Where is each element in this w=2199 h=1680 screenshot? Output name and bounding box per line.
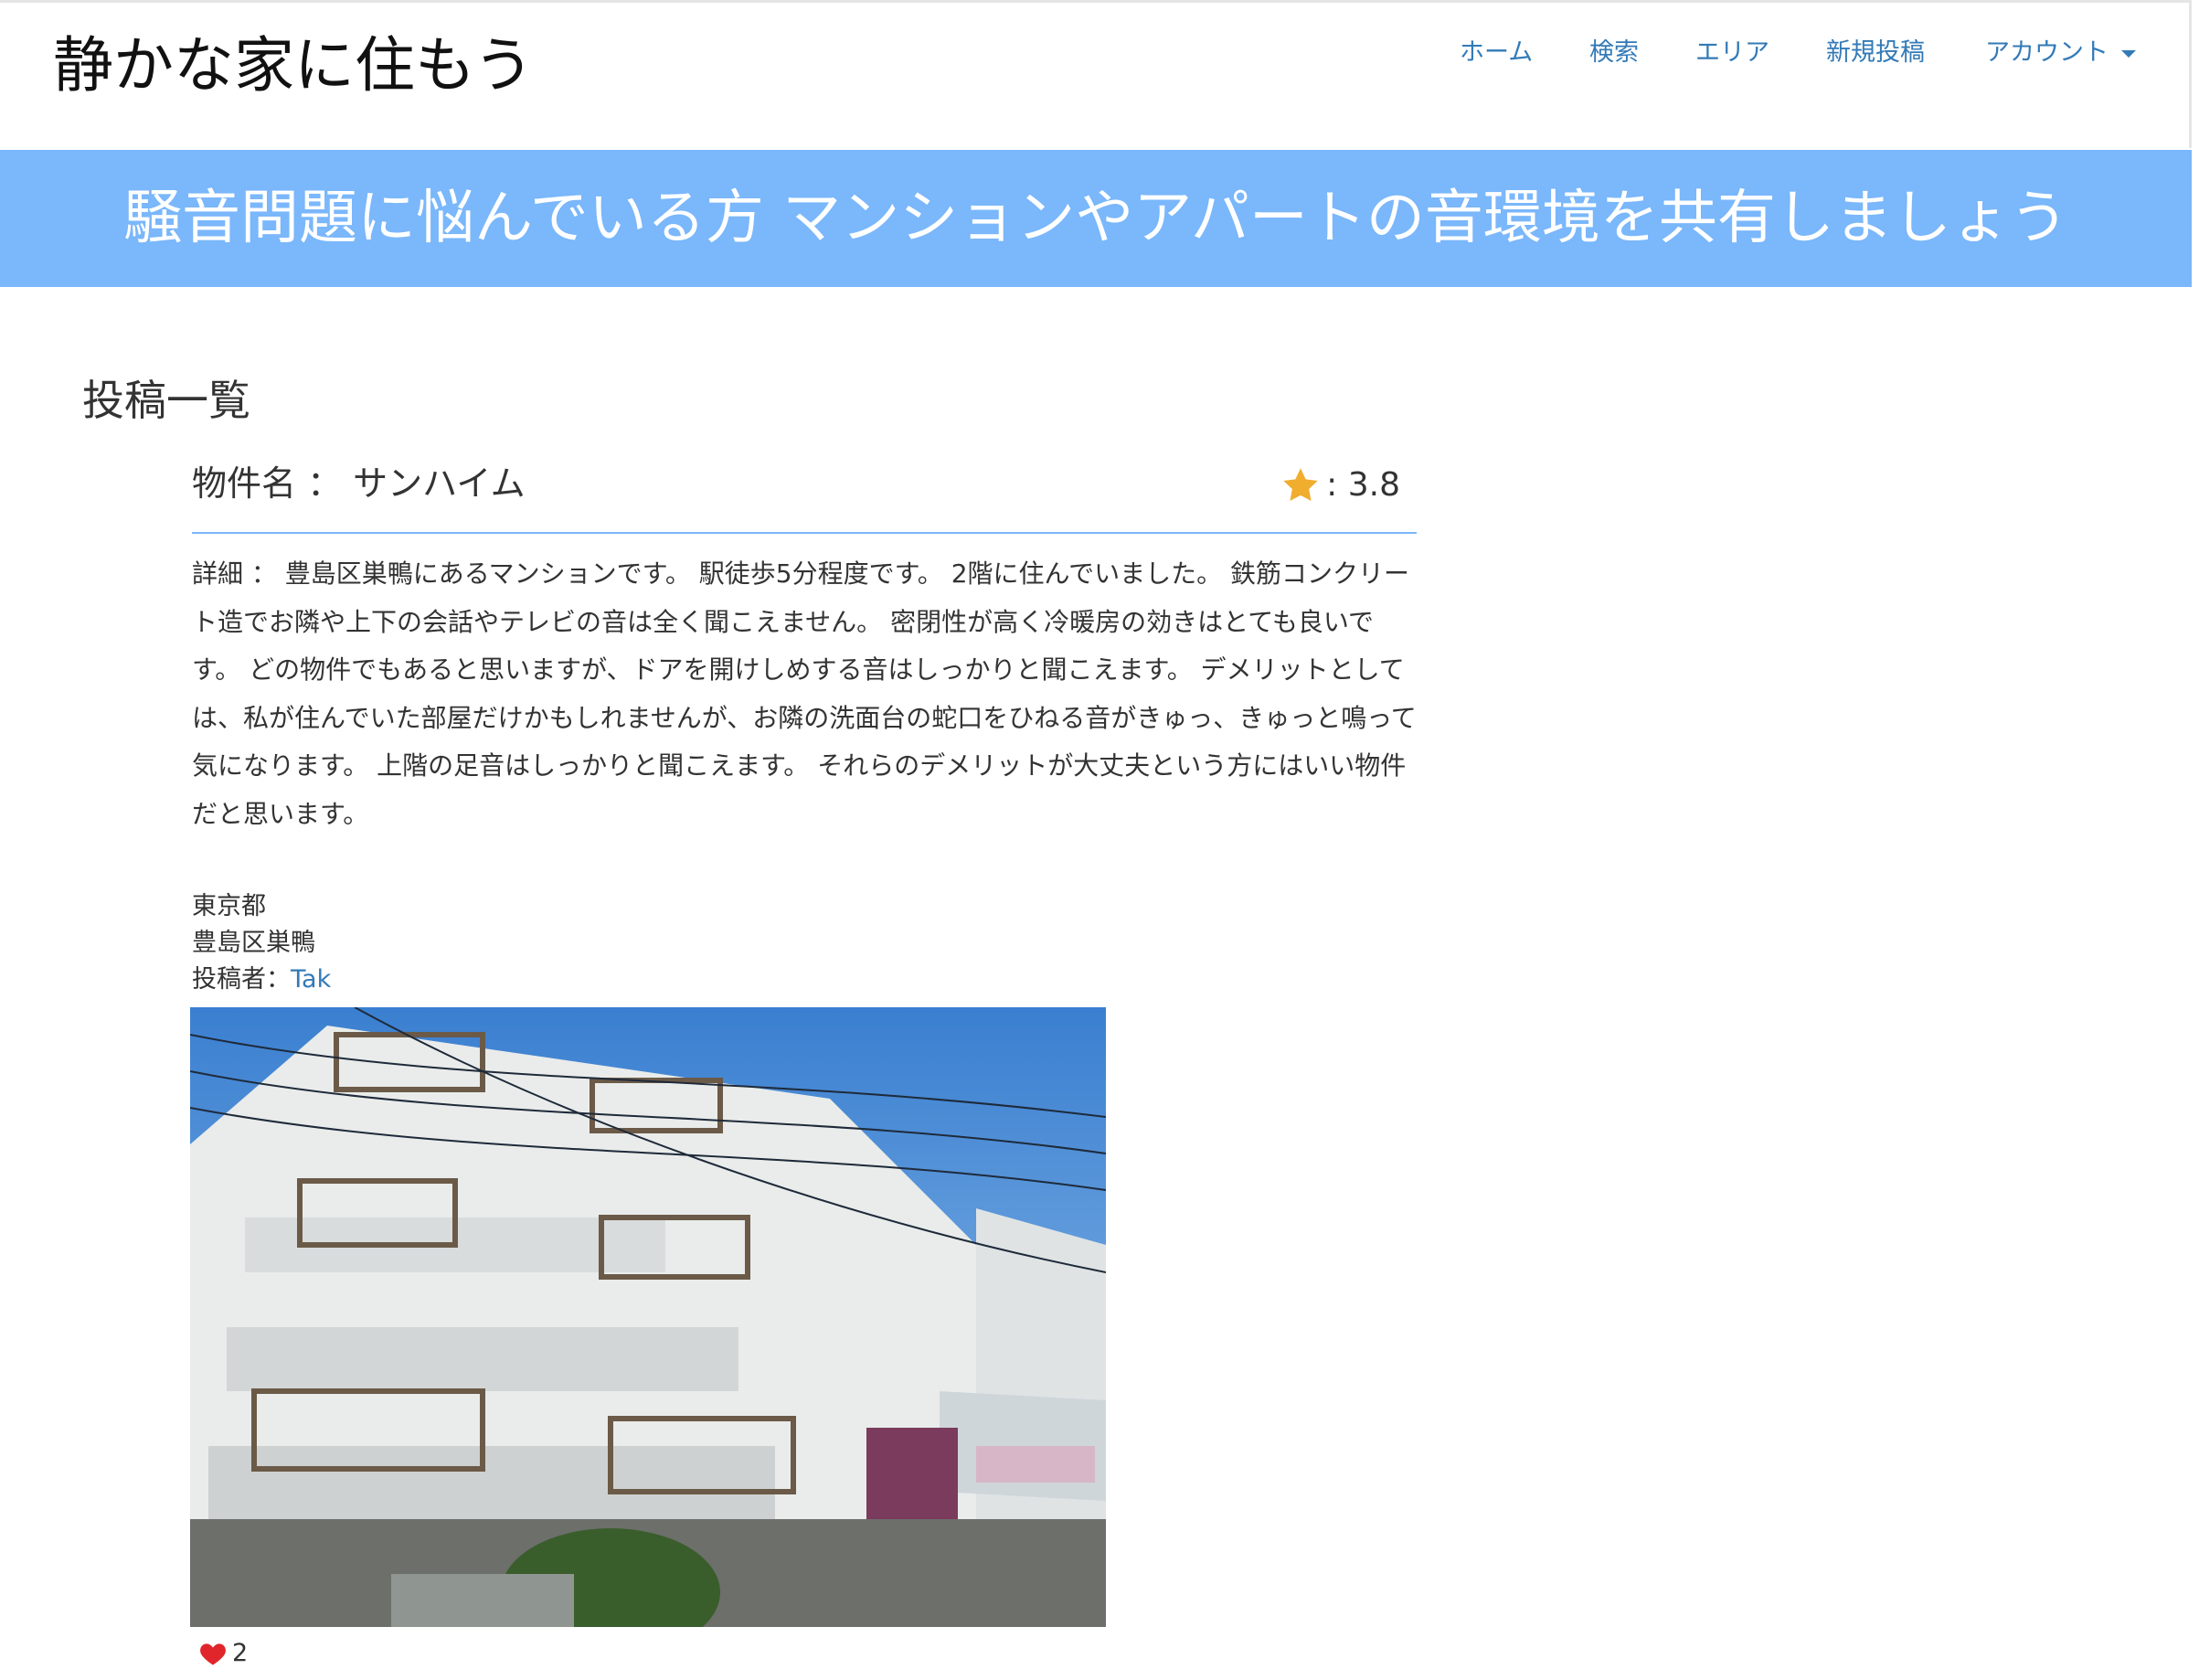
post-detail: 詳細 ： 豊島区巣鴨にあるマンションです。 駅徒歩5分程度です。 2階に住んでい… xyxy=(192,558,1417,829)
site-brand[interactable]: 静かな家に住もう xyxy=(53,25,534,107)
rating-value: : 3.8 xyxy=(1326,466,1400,504)
author-label: 投稿者： xyxy=(192,965,291,994)
building-photo-illustration xyxy=(190,1007,1106,1627)
post-card: 物件名 ： サンハイム : 3.8 詳細 ： 豊島区巣鴨にあるマンションです。 … xyxy=(192,453,1417,838)
likes-count: 2 xyxy=(232,1639,249,1667)
heart-icon[interactable] xyxy=(199,1641,227,1666)
post-prefecture: 東京都 xyxy=(192,892,266,920)
post-city: 豊島区巣鴨 xyxy=(192,929,315,957)
author-link[interactable]: Tak xyxy=(291,965,331,994)
post-title: 物件名 ： サンハイム xyxy=(192,463,526,504)
nav-account-label: アカウント xyxy=(1985,38,2109,67)
nav-home[interactable]: ホーム xyxy=(1460,32,1533,74)
section-title: 投稿一覧 xyxy=(82,376,250,425)
caret-down-icon xyxy=(2121,49,2136,58)
post-meta: 東京都 豊島区巣鴨 投稿者：Tak xyxy=(192,888,331,998)
property-photo xyxy=(190,1007,1106,1627)
post-header: 物件名 ： サンハイム : 3.8 xyxy=(192,453,1417,534)
post-rating: : 3.8 xyxy=(1280,464,1400,506)
nav-area[interactable]: エリア xyxy=(1695,32,1769,74)
nav-search[interactable]: 検索 xyxy=(1589,32,1639,74)
post-author: 投稿者：Tak xyxy=(192,962,331,998)
likes[interactable]: 2 xyxy=(199,1638,248,1669)
star-icon xyxy=(1283,468,1318,502)
navbar: 静かな家に住もう ホーム 検索 エリア 新規投稿 アカウント xyxy=(0,0,2192,148)
hero-banner: 騒音問題に悩んでいる方 マンションやアパートの音環境を共有しましょう xyxy=(0,150,2192,287)
nav-new-post[interactable]: 新規投稿 xyxy=(1826,32,1925,74)
nav-account-dropdown[interactable]: アカウント xyxy=(1985,32,2136,74)
